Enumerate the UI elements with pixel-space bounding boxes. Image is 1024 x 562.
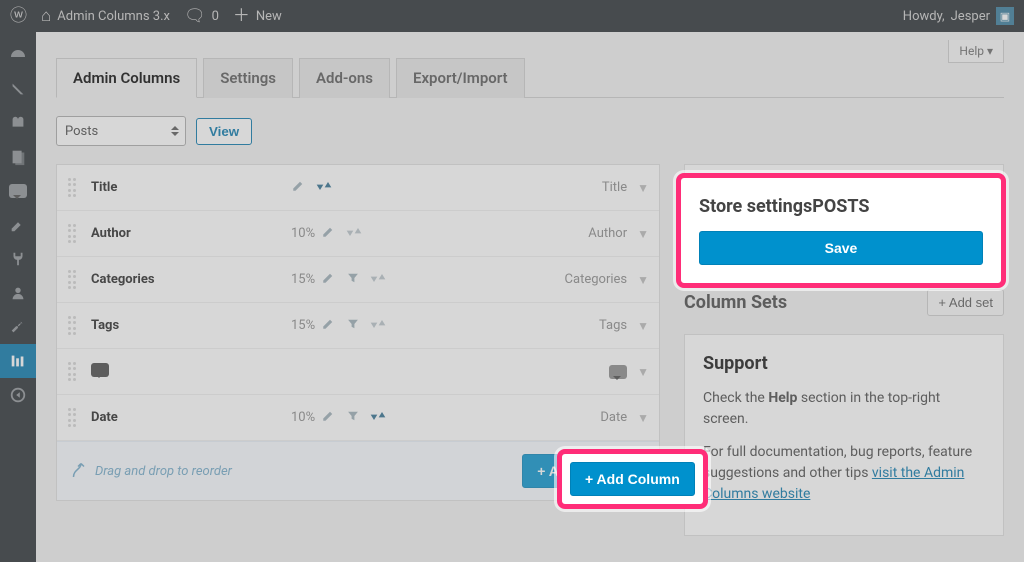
inline-edit-icon[interactable] (321, 408, 336, 427)
nav-tab-add-ons[interactable]: Add-ons (299, 58, 390, 98)
highlight-add-column: + Add Column (557, 449, 708, 509)
comment-icon (91, 363, 109, 377)
column-type-label: Title (602, 180, 627, 195)
menu-comments[interactable] (0, 174, 36, 208)
menu-media[interactable] (0, 106, 36, 140)
comments-link[interactable]: 🗨0 (184, 8, 219, 25)
support-line-2: For full documentation, bug reports, fea… (703, 442, 985, 505)
support-heading: Support (703, 353, 985, 374)
add-set-button[interactable]: + Add set (927, 289, 1004, 316)
column-type-label: Author (588, 226, 627, 241)
column-label: Categories (91, 272, 291, 287)
wp-admin-bar: ⓦ ⌂Admin Columns 3.x 🗨0 ＋New Howdy, Jesp… (0, 0, 1024, 32)
drag-handle-icon[interactable] (67, 407, 79, 429)
column-label: Tags (91, 318, 291, 333)
avatar: ▣ (996, 7, 1014, 25)
site-title: Admin Columns 3.x (57, 9, 170, 24)
chevron-down-icon[interactable]: ▼ (637, 411, 649, 425)
inline-edit-icon[interactable] (321, 270, 336, 289)
chevron-down-icon[interactable]: ▼ (637, 227, 649, 241)
view-button[interactable]: View (196, 118, 252, 145)
column-row[interactable]: Date10%Date▼ (57, 395, 659, 441)
support-line-1: Check the Help section in the top-right … (703, 388, 985, 430)
chevron-down-icon[interactable]: ▼ (637, 319, 649, 333)
column-width: 10% (291, 410, 315, 425)
column-width: 15% (291, 272, 315, 287)
column-label: Date (91, 410, 291, 425)
my-account-link[interactable]: Howdy, Jesper▣ (903, 7, 1014, 25)
column-row[interactable]: Categories15%Categories▼ (57, 257, 659, 303)
column-type-label: Categories (565, 272, 628, 287)
inline-edit-icon[interactable] (321, 316, 336, 335)
drag-handle-icon[interactable] (67, 361, 79, 383)
admin-menu (0, 32, 36, 562)
inline-edit-icon[interactable] (291, 178, 306, 197)
column-sets-heading: Column Sets (684, 292, 787, 313)
nav-tab-admin-columns[interactable]: Admin Columns (56, 58, 197, 98)
support-box: Support Check the Help section in the to… (684, 334, 1004, 536)
inline-edit-icon[interactable] (321, 224, 336, 243)
help-tab[interactable]: Help (948, 40, 1004, 63)
drag-handle-icon[interactable] (67, 269, 79, 291)
drag-handle-icon[interactable] (67, 315, 79, 337)
site-name-link[interactable]: ⌂Admin Columns 3.x (41, 8, 170, 25)
new-content-link[interactable]: ＋New (233, 8, 282, 25)
column-row[interactable]: ▼ (57, 349, 659, 395)
menu-appearance[interactable] (0, 208, 36, 242)
column-width: 10% (291, 226, 315, 241)
sort-icon[interactable] (370, 317, 386, 335)
nav-tabs: Admin ColumnsSettingsAdd-onsExport/Impor… (56, 58, 1004, 98)
column-type-label: Date (600, 410, 627, 425)
store-settings-heading-hl: Store settingsPOSTS (699, 196, 983, 217)
highlight-store-settings: Store settingsPOSTS Save (676, 173, 1006, 288)
drag-handle-icon[interactable] (67, 177, 79, 199)
wp-logo[interactable]: ⓦ (10, 8, 27, 25)
column-type-label: Tags (599, 318, 627, 333)
chevron-down-icon[interactable]: ▼ (637, 273, 649, 287)
filter-icon[interactable] (346, 271, 360, 289)
comment-icon (609, 365, 627, 379)
column-row[interactable]: Author10%Author▼ (57, 211, 659, 257)
column-row[interactable]: Title Title ▼ (57, 165, 659, 211)
menu-pages[interactable] (0, 140, 36, 174)
sort-icon[interactable] (346, 225, 362, 243)
filter-icon[interactable] (346, 409, 360, 427)
menu-admin-columns[interactable] (0, 344, 36, 378)
sort-icon[interactable] (370, 409, 386, 427)
drag-handle-icon[interactable] (67, 223, 79, 245)
list-type-select[interactable]: Posts (56, 116, 186, 146)
menu-posts[interactable] (0, 72, 36, 106)
menu-collapse[interactable] (0, 378, 36, 412)
reorder-hint: Drag and drop to reorder (69, 459, 232, 483)
chevron-down-icon[interactable]: ▼ (637, 365, 649, 379)
sort-icon[interactable] (370, 271, 386, 289)
column-width: 15% (291, 318, 315, 333)
add-column-button-hl[interactable]: + Add Column (570, 462, 695, 496)
menu-plugins[interactable] (0, 242, 36, 276)
column-label (91, 363, 291, 381)
column-label: Author (91, 226, 291, 241)
menu-users[interactable] (0, 276, 36, 310)
column-row[interactable]: Tags15%Tags▼ (57, 303, 659, 349)
nav-tab-settings[interactable]: Settings (203, 58, 293, 98)
sort-icon[interactable] (316, 179, 332, 197)
menu-dashboard[interactable] (0, 38, 36, 72)
chevron-down-icon[interactable]: ▼ (637, 181, 649, 195)
nav-tab-export-import[interactable]: Export/Import (396, 58, 525, 98)
column-sets-box: Column Sets + Add set (684, 289, 1004, 316)
menu-tools[interactable] (0, 310, 36, 344)
filter-icon[interactable] (346, 317, 360, 335)
column-label: Title (91, 180, 291, 195)
save-button-hl[interactable]: Save (699, 231, 983, 265)
